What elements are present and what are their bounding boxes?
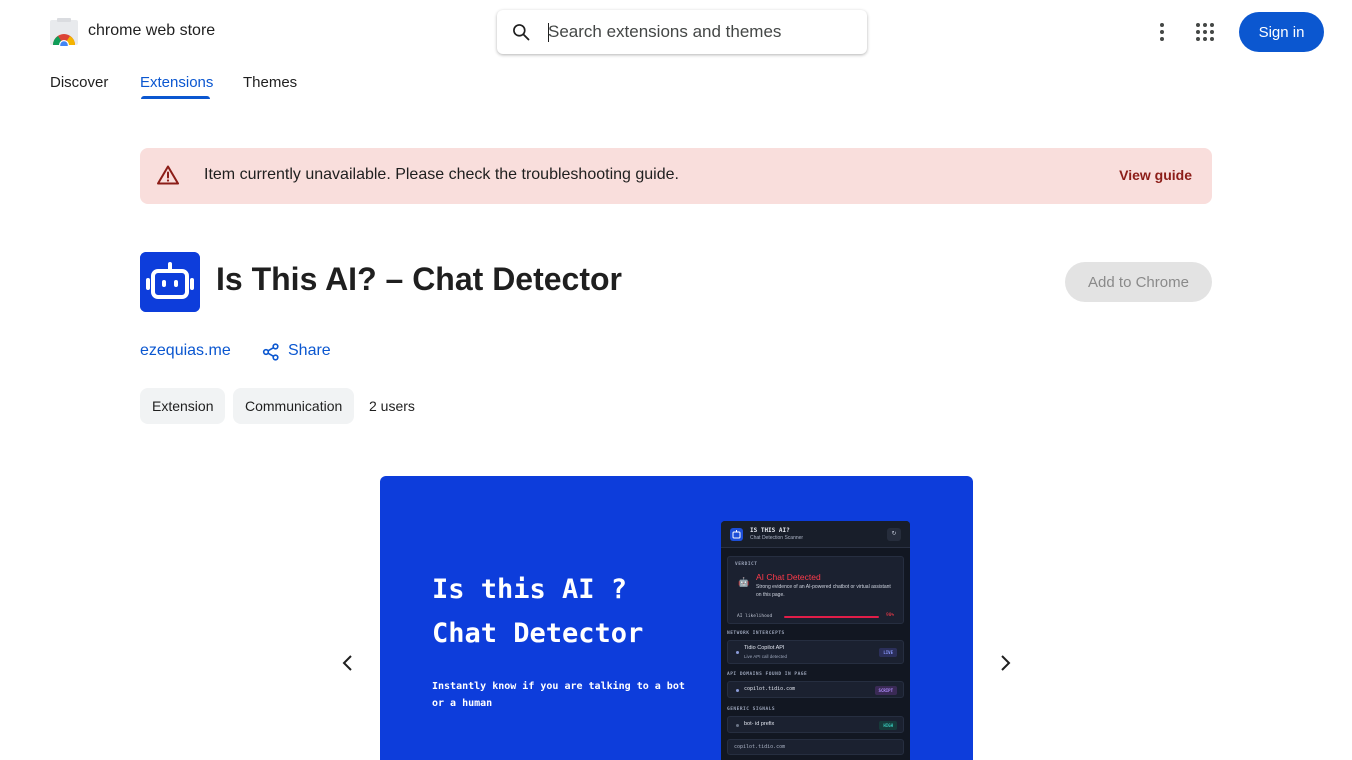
- view-guide-link[interactable]: View guide: [1119, 167, 1192, 183]
- verdict-card: VERDICT 🤖 AI Chat Detected Strong eviden…: [727, 556, 904, 624]
- slide-subtitle: Instantly know if you are talking to a b…: [432, 681, 685, 709]
- carousel-prev-icon[interactable]: [336, 651, 360, 675]
- active-tab-indicator: [141, 96, 210, 99]
- tab-extensions[interactable]: Extensions: [140, 74, 213, 91]
- footer-item: copilot.tidio.com: [727, 739, 904, 755]
- likelihood-bar: [784, 616, 880, 618]
- extension-robot-icon: [140, 252, 200, 312]
- api-item: copilot.tidio.com SCRIPT: [727, 681, 904, 698]
- generic-signal-item: bot- id prefix HIGH: [727, 716, 904, 733]
- banner-message: Item currently unavailable. Please check…: [204, 166, 679, 183]
- search-box[interactable]: [497, 10, 867, 54]
- chip-communication[interactable]: Communication: [233, 388, 355, 424]
- network-item: Tidio Copilot API Live API call detected…: [727, 640, 904, 664]
- chip-extension[interactable]: Extension: [140, 388, 226, 424]
- header: chrome web store Sign in: [0, 0, 1352, 64]
- refresh-icon: ↻: [887, 528, 901, 541]
- popup-header: IS THIS AI? Chat Detection Scanner ↻: [721, 521, 910, 548]
- robot-icon: [730, 528, 743, 541]
- google-apps-icon[interactable]: [1193, 20, 1217, 44]
- warning-icon: [157, 165, 179, 185]
- chrome-web-store-logo[interactable]: [49, 18, 79, 46]
- tab-discover[interactable]: Discover: [50, 74, 108, 91]
- popup-preview: IS THIS AI? Chat Detection Scanner ↻ VER…: [721, 521, 910, 760]
- search-icon: [513, 24, 530, 41]
- author-link[interactable]: ezequias.me: [140, 342, 231, 360]
- screenshot-slide[interactable]: Is this AI ? Chat Detector Instantly kno…: [380, 476, 973, 760]
- share-label: Share: [288, 342, 331, 359]
- sign-in-button[interactable]: Sign in: [1239, 12, 1324, 52]
- user-count: 2 users: [369, 398, 415, 414]
- share-icon: [262, 343, 279, 361]
- search-input[interactable]: [548, 20, 848, 44]
- carousel-next-icon[interactable]: [993, 651, 1017, 675]
- more-options-icon[interactable]: [1150, 20, 1174, 44]
- unavailable-banner: Item currently unavailable. Please check…: [140, 148, 1212, 204]
- slide-heading: Is this AI ? Chat Detector: [432, 574, 644, 649]
- robot-emoji-icon: 🤖: [738, 577, 750, 587]
- tab-themes[interactable]: Themes: [243, 74, 297, 91]
- add-to-chrome-button[interactable]: Add to Chrome: [1065, 262, 1212, 302]
- brand-name[interactable]: chrome web store: [88, 22, 215, 40]
- extension-title: Is This AI? – Chat Detector: [216, 261, 622, 297]
